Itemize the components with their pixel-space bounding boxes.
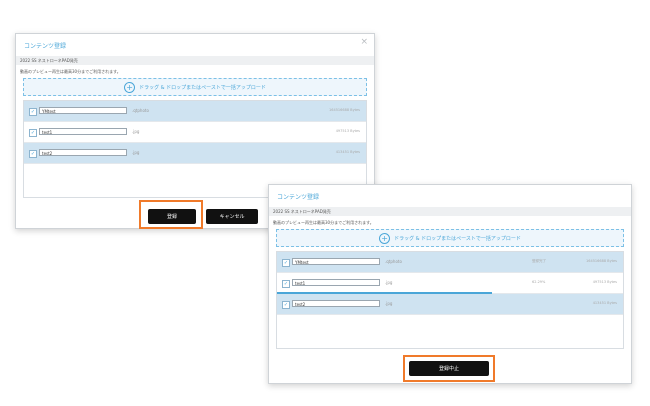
checkbox-checked[interactable]: ✓ — [29, 150, 37, 158]
file-extension: .qtphoto — [385, 259, 402, 264]
dialog-subtitle: 2022 SS ネストローネPAD発売 — [16, 56, 374, 65]
plus-circle-icon: + — [124, 81, 136, 93]
file-size: 413451 Bytes — [335, 150, 360, 154]
dialog-subtitle: 2022 SS ネストローネPAD発売 — [269, 207, 631, 216]
dialog-title: コンテンツ登録 — [24, 43, 67, 50]
cancel-button[interactable]: キャンセル — [206, 209, 258, 224]
file-list: ✓ YMtest .qtphoto 登録完了 164516688 Bytes ✓… — [276, 251, 624, 349]
file-size: 164516688 Bytes — [329, 108, 360, 112]
file-row[interactable]: ✓ test2 .jpg 413451 Bytes — [277, 294, 623, 315]
file-extension: .jpg — [132, 129, 140, 134]
file-extension: .jpg — [132, 150, 140, 155]
file-extension: .jpg — [385, 301, 393, 306]
preview-info-text: 動画のプレビュー再生は最高30分までご利用されます。 — [273, 220, 374, 225]
file-size: 413451 Bytes — [592, 301, 617, 305]
preview-info-text: 動画のプレビュー再生は最高30分までご利用されます。 — [20, 69, 121, 74]
file-row[interactable]: ✓ YMtest .qtphoto 登録完了 164516688 Bytes — [277, 252, 623, 273]
content-register-dialog-uploading: コンテンツ登録 2022 SS ネストローネPAD発売 動画のプレビュー再生は最… — [268, 184, 632, 384]
file-name-input[interactable]: test1 — [39, 128, 127, 135]
close-icon[interactable]: × — [360, 37, 368, 47]
file-name-input[interactable]: test2 — [292, 300, 380, 307]
drop-zone-label: ドラッグ & ドロップまたはペーストで一括アップロード — [394, 235, 521, 242]
plus-circle-icon: + — [379, 232, 391, 244]
dialog-title: コンテンツ登録 — [277, 194, 320, 201]
file-name-input[interactable]: test2 — [39, 149, 127, 156]
file-size: 497513 Bytes — [592, 280, 617, 284]
file-row[interactable]: ✓ YMtest .qtphoto 164516688 Bytes — [24, 101, 366, 122]
upload-drop-zone[interactable]: + ドラッグ & ドロップまたはペーストで一括アップロード — [23, 78, 367, 96]
file-row[interactable]: ✓ test1 .jpg 62.29% 497513 Bytes — [277, 273, 623, 294]
upload-status: 登録完了 — [532, 259, 546, 263]
file-name-input[interactable]: YMtest — [39, 107, 127, 114]
checkbox-checked[interactable]: ✓ — [29, 108, 37, 116]
drop-zone-label: ドラッグ & ドロップまたはペーストで一括アップロード — [139, 84, 266, 91]
file-size: 497513 Bytes — [335, 129, 360, 133]
checkbox-checked[interactable]: ✓ — [29, 129, 37, 137]
file-extension: .jpg — [385, 280, 393, 285]
file-extension: .qtphoto — [132, 108, 149, 113]
checkbox-checked[interactable]: ✓ — [282, 259, 290, 267]
file-row[interactable]: ✓ test2 .jpg 413451 Bytes — [24, 143, 366, 164]
upload-status: 62.29% — [532, 280, 546, 284]
register-button-highlight — [139, 200, 203, 229]
upload-drop-zone[interactable]: + ドラッグ & ドロップまたはペーストで一括アップロード — [276, 229, 624, 247]
file-name-input[interactable]: test1 — [292, 279, 380, 286]
file-name-input[interactable]: YMtest — [292, 258, 380, 265]
checkbox-checked[interactable]: ✓ — [282, 280, 290, 288]
stop-button-highlight — [403, 355, 495, 382]
file-size: 164516688 Bytes — [586, 259, 617, 263]
checkbox-checked[interactable]: ✓ — [282, 301, 290, 309]
file-row[interactable]: ✓ test1 .jpg 497513 Bytes — [24, 122, 366, 143]
